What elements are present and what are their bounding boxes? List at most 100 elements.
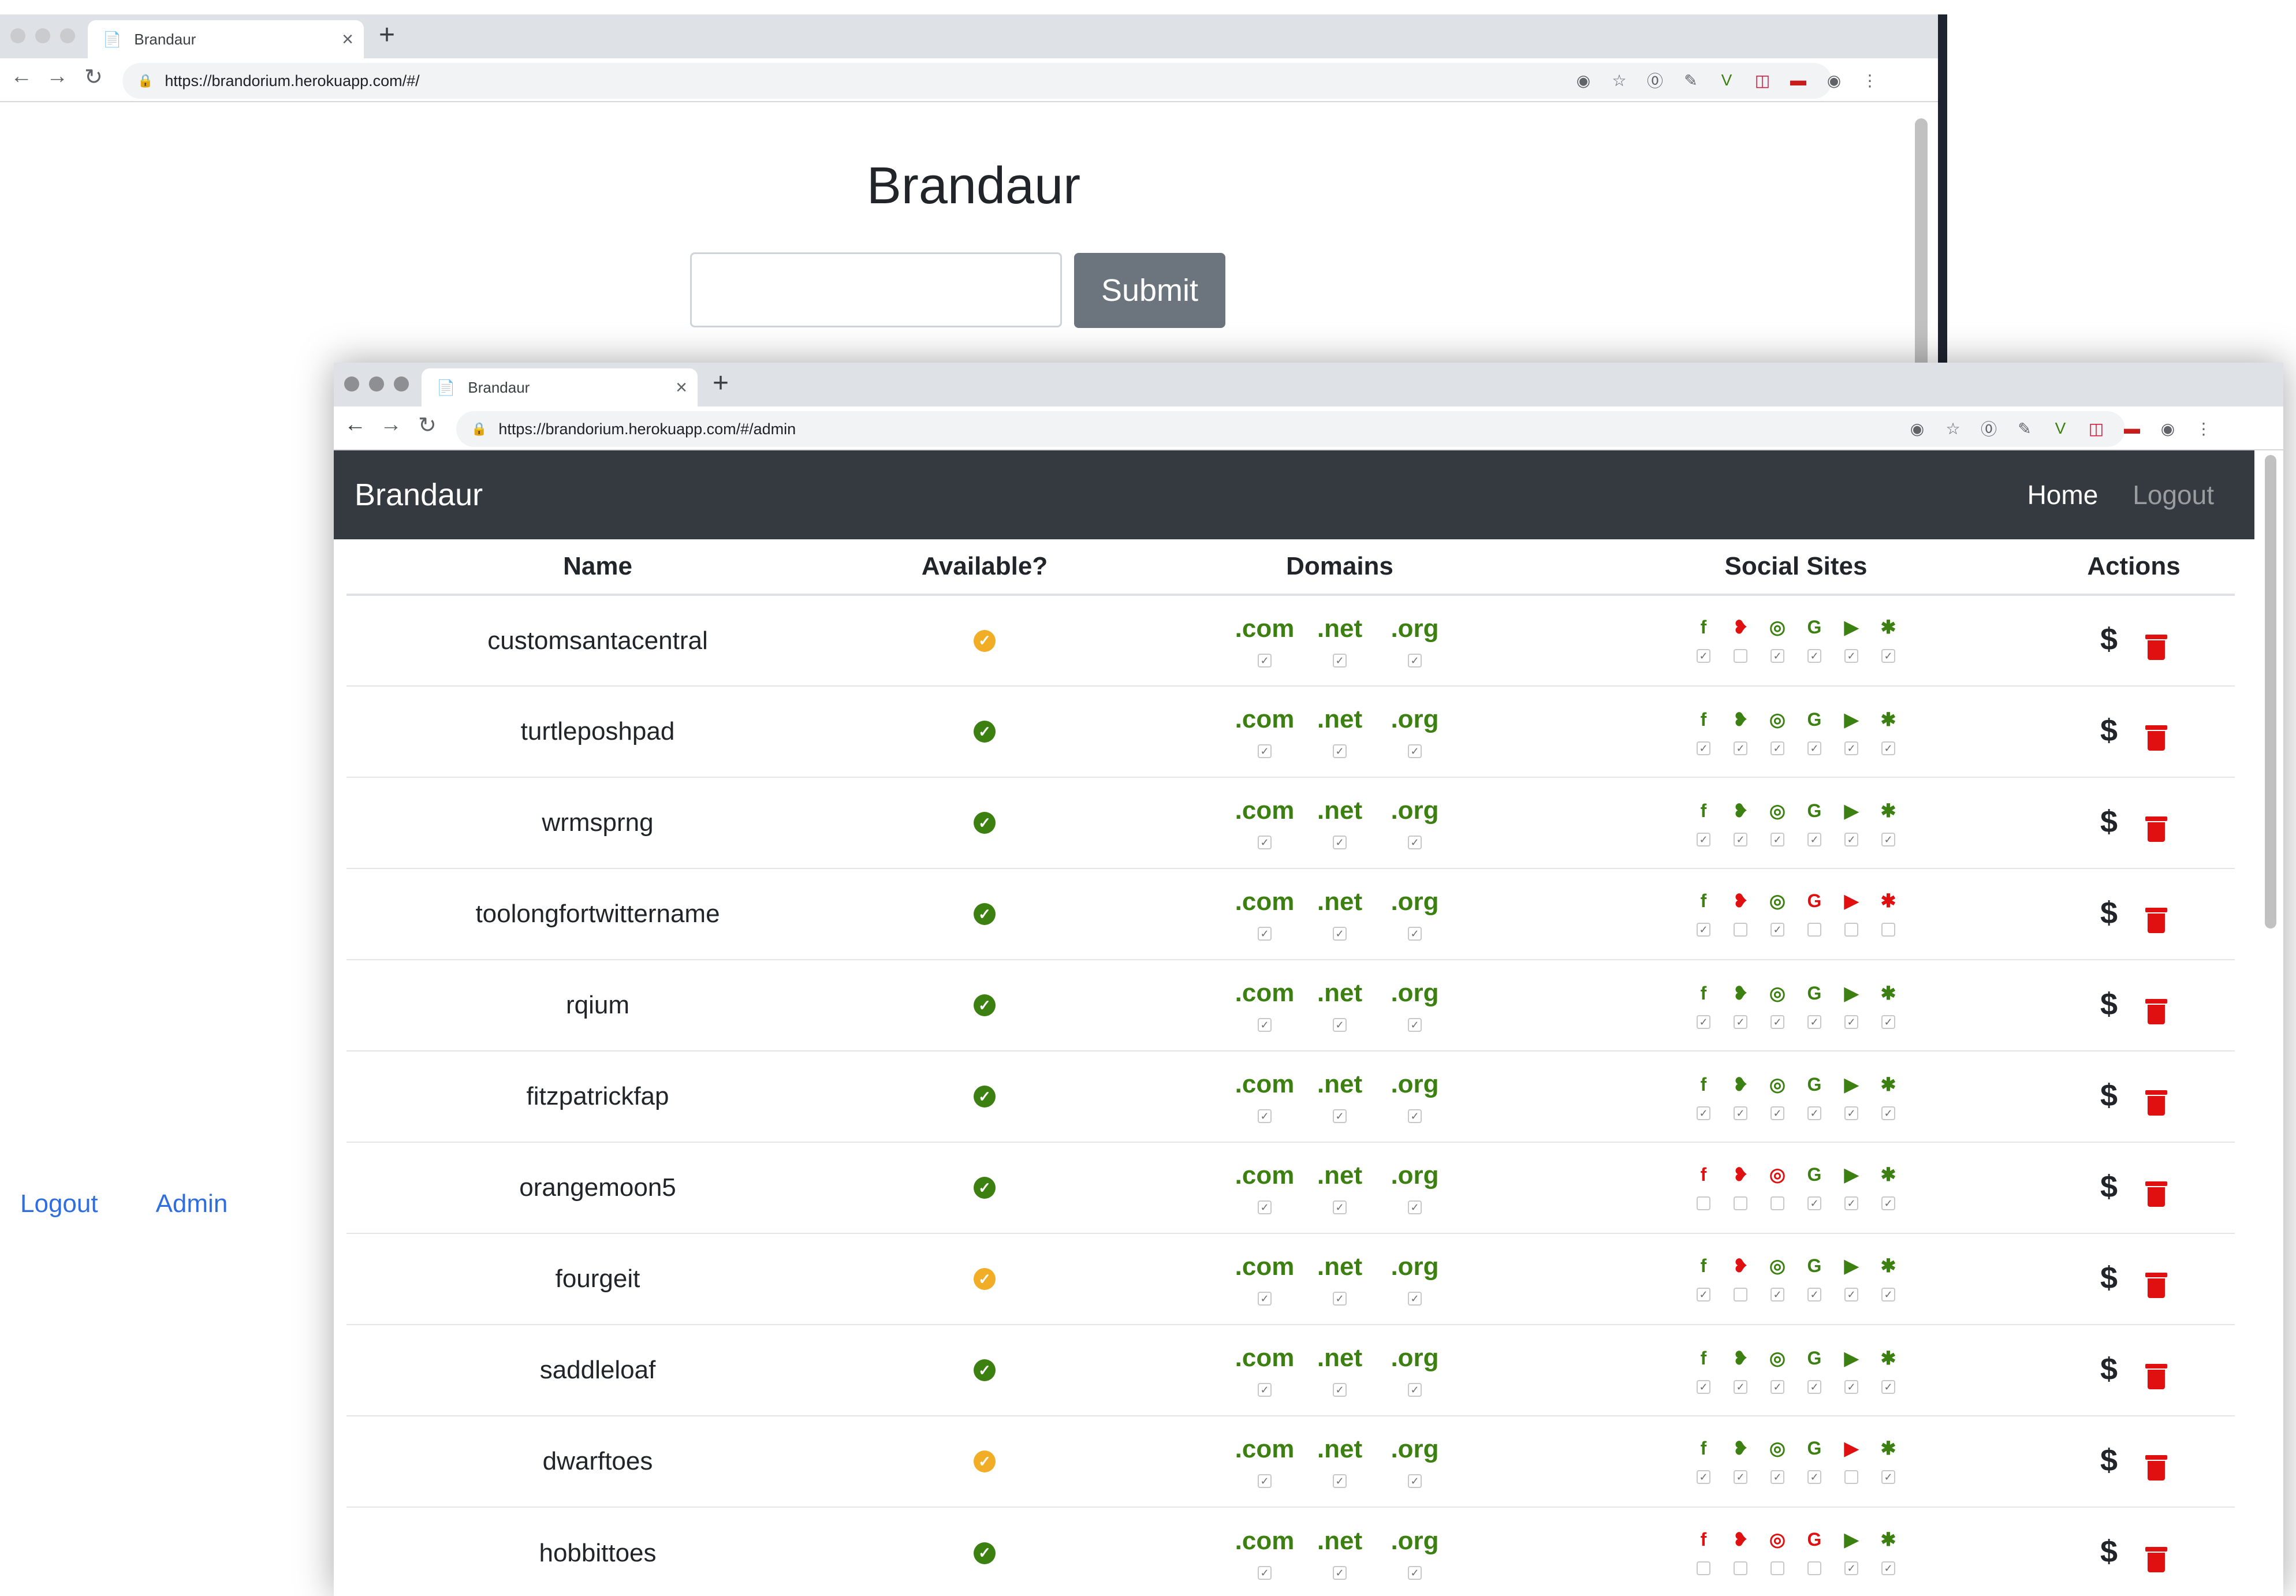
buy-dollar-icon[interactable]: $ xyxy=(2100,804,2118,840)
social-checkbox[interactable]: ✓ xyxy=(1734,741,1747,755)
domain-label[interactable]: .net xyxy=(1302,1070,1377,1099)
facebook-icon[interactable]: f xyxy=(1685,799,1722,822)
domain-label[interactable]: .com xyxy=(1227,1161,1302,1190)
youtube-icon[interactable]: ▶ xyxy=(1833,1437,1870,1460)
domain-checkbox[interactable]: ✓ xyxy=(1258,653,1272,668)
instagram-icon[interactable]: ◎ xyxy=(1759,1347,1796,1370)
domain-checkbox[interactable]: ✓ xyxy=(1258,1383,1272,1397)
social-checkbox[interactable] xyxy=(1734,1287,1747,1302)
page-scrollbar[interactable] xyxy=(2265,455,2276,928)
domain-checkbox[interactable]: ✓ xyxy=(1258,836,1272,849)
twitter-icon[interactable]: ❥ xyxy=(1722,1347,1759,1370)
google-icon[interactable]: G xyxy=(1796,1347,1833,1370)
slack-icon[interactable]: ✱ xyxy=(1870,982,1907,1005)
social-checkbox[interactable]: ✓ xyxy=(1697,649,1710,663)
instagram-icon[interactable]: ◎ xyxy=(1759,889,1796,912)
buy-dollar-icon[interactable]: $ xyxy=(2100,1260,2118,1296)
domain-checkbox[interactable]: ✓ xyxy=(1333,836,1347,849)
domain-checkbox[interactable]: ✓ xyxy=(1408,1292,1422,1306)
domain-checkbox[interactable]: ✓ xyxy=(1408,1109,1422,1123)
domain-checkbox[interactable]: ✓ xyxy=(1408,653,1422,668)
domain-label[interactable]: .com xyxy=(1227,979,1302,1008)
twitter-icon[interactable]: ❥ xyxy=(1722,1163,1759,1186)
domain-checkbox[interactable]: ✓ xyxy=(1333,927,1347,941)
buy-dollar-icon[interactable]: $ xyxy=(2100,1442,2118,1478)
domain-label[interactable]: .org xyxy=(1377,1252,1452,1281)
youtube-icon[interactable]: ▶ xyxy=(1833,708,1870,731)
domain-label[interactable]: .com xyxy=(1227,614,1302,643)
domain-checkbox[interactable]: ✓ xyxy=(1258,1565,1272,1580)
social-checkbox[interactable]: ✓ xyxy=(1881,1561,1895,1575)
google-icon[interactable]: G xyxy=(1796,799,1833,822)
nav-logout-link[interactable]: Logout xyxy=(2133,479,2214,510)
zoom-window-dot[interactable] xyxy=(394,376,409,391)
pocket-icon[interactable]: ◫ xyxy=(1751,69,1774,92)
domain-checkbox[interactable]: ✓ xyxy=(1333,1018,1347,1032)
menu-dots-icon[interactable]: ⋮ xyxy=(2192,417,2215,440)
social-checkbox[interactable]: ✓ xyxy=(1771,741,1784,755)
social-checkbox[interactable]: ✓ xyxy=(1807,1196,1821,1210)
facebook-icon[interactable]: f xyxy=(1685,1163,1722,1186)
reload-icon[interactable]: ↻ xyxy=(84,64,103,90)
social-checkbox[interactable]: ✓ xyxy=(1734,1380,1747,1394)
translate-icon[interactable]: ◉ xyxy=(1906,417,1929,440)
domain-label[interactable]: .org xyxy=(1377,979,1452,1008)
domain-checkbox[interactable]: ✓ xyxy=(1333,1565,1347,1580)
domain-label[interactable]: .net xyxy=(1302,614,1377,643)
instagram-icon[interactable]: ◎ xyxy=(1759,1163,1796,1186)
new-tab-icon[interactable]: + xyxy=(379,19,395,51)
youtube-icon[interactable]: ▶ xyxy=(1833,1073,1870,1096)
facebook-icon[interactable]: f xyxy=(1685,708,1722,731)
back-arrow-icon[interactable]: ← xyxy=(344,412,366,437)
facebook-icon[interactable]: f xyxy=(1685,889,1722,912)
google-icon[interactable]: G xyxy=(1796,708,1833,731)
social-checkbox[interactable]: ✓ xyxy=(1881,741,1895,755)
youtube-icon[interactable]: ▶ xyxy=(1833,1528,1870,1551)
social-checkbox[interactable]: ✓ xyxy=(1844,1561,1858,1575)
close-window-dot[interactable] xyxy=(344,376,359,391)
instagram-icon[interactable]: ◎ xyxy=(1759,1528,1796,1551)
browser-tab[interactable]: 📄 Brandaur × xyxy=(422,368,698,407)
youtube-icon[interactable]: ▶ xyxy=(1833,799,1870,822)
social-checkbox[interactable]: ✓ xyxy=(1807,1015,1821,1029)
facebook-icon[interactable]: f xyxy=(1685,1347,1722,1370)
social-checkbox[interactable] xyxy=(1734,649,1747,663)
social-checkbox[interactable] xyxy=(1734,1561,1747,1575)
facebook-icon[interactable]: f xyxy=(1685,1528,1722,1551)
social-checkbox[interactable] xyxy=(1697,1196,1710,1210)
domain-label[interactable]: .net xyxy=(1302,1435,1377,1464)
social-checkbox[interactable]: ✓ xyxy=(1807,1380,1821,1394)
header-social-sites[interactable]: Social Sites xyxy=(1559,539,2033,596)
domain-label[interactable]: .net xyxy=(1302,1161,1377,1190)
facebook-icon[interactable]: f xyxy=(1685,1254,1722,1277)
domain-checkbox[interactable]: ✓ xyxy=(1408,1474,1422,1488)
forward-arrow-icon[interactable]: → xyxy=(46,64,68,89)
domain-checkbox[interactable]: ✓ xyxy=(1333,1383,1347,1397)
domain-label[interactable]: .com xyxy=(1227,796,1302,825)
domain-label[interactable]: .org xyxy=(1377,614,1452,643)
social-checkbox[interactable]: ✓ xyxy=(1881,1196,1895,1210)
google-icon[interactable]: G xyxy=(1796,1254,1833,1277)
slack-icon[interactable]: ✱ xyxy=(1870,889,1907,912)
domain-checkbox[interactable]: ✓ xyxy=(1258,1474,1272,1488)
delete-trash-icon[interactable] xyxy=(2145,1546,2168,1572)
social-checkbox[interactable]: ✓ xyxy=(1771,1380,1784,1394)
twitter-icon[interactable]: ❥ xyxy=(1722,708,1759,731)
domain-label[interactable]: .net xyxy=(1302,1344,1377,1373)
youtube-icon[interactable]: ▶ xyxy=(1833,1254,1870,1277)
google-icon[interactable]: G xyxy=(1796,982,1833,1005)
buy-dollar-icon[interactable]: $ xyxy=(2100,621,2118,657)
zoom-window-dot[interactable] xyxy=(60,28,75,43)
slack-icon[interactable]: ✱ xyxy=(1870,1528,1907,1551)
header-available[interactable]: Available? xyxy=(849,539,1120,596)
slack-icon[interactable]: ✱ xyxy=(1870,1073,1907,1096)
instagram-icon[interactable]: ◎ xyxy=(1759,616,1796,639)
twitter-icon[interactable]: ❥ xyxy=(1722,1437,1759,1460)
domain-label[interactable]: .net xyxy=(1302,888,1377,916)
social-checkbox[interactable]: ✓ xyxy=(1844,1106,1858,1120)
domain-label[interactable]: .com xyxy=(1227,1070,1302,1099)
close-window-dot[interactable] xyxy=(10,28,25,43)
social-checkbox[interactable]: ✓ xyxy=(1734,833,1747,847)
slack-icon[interactable]: ✱ xyxy=(1870,1163,1907,1186)
domain-checkbox[interactable]: ✓ xyxy=(1333,744,1347,758)
